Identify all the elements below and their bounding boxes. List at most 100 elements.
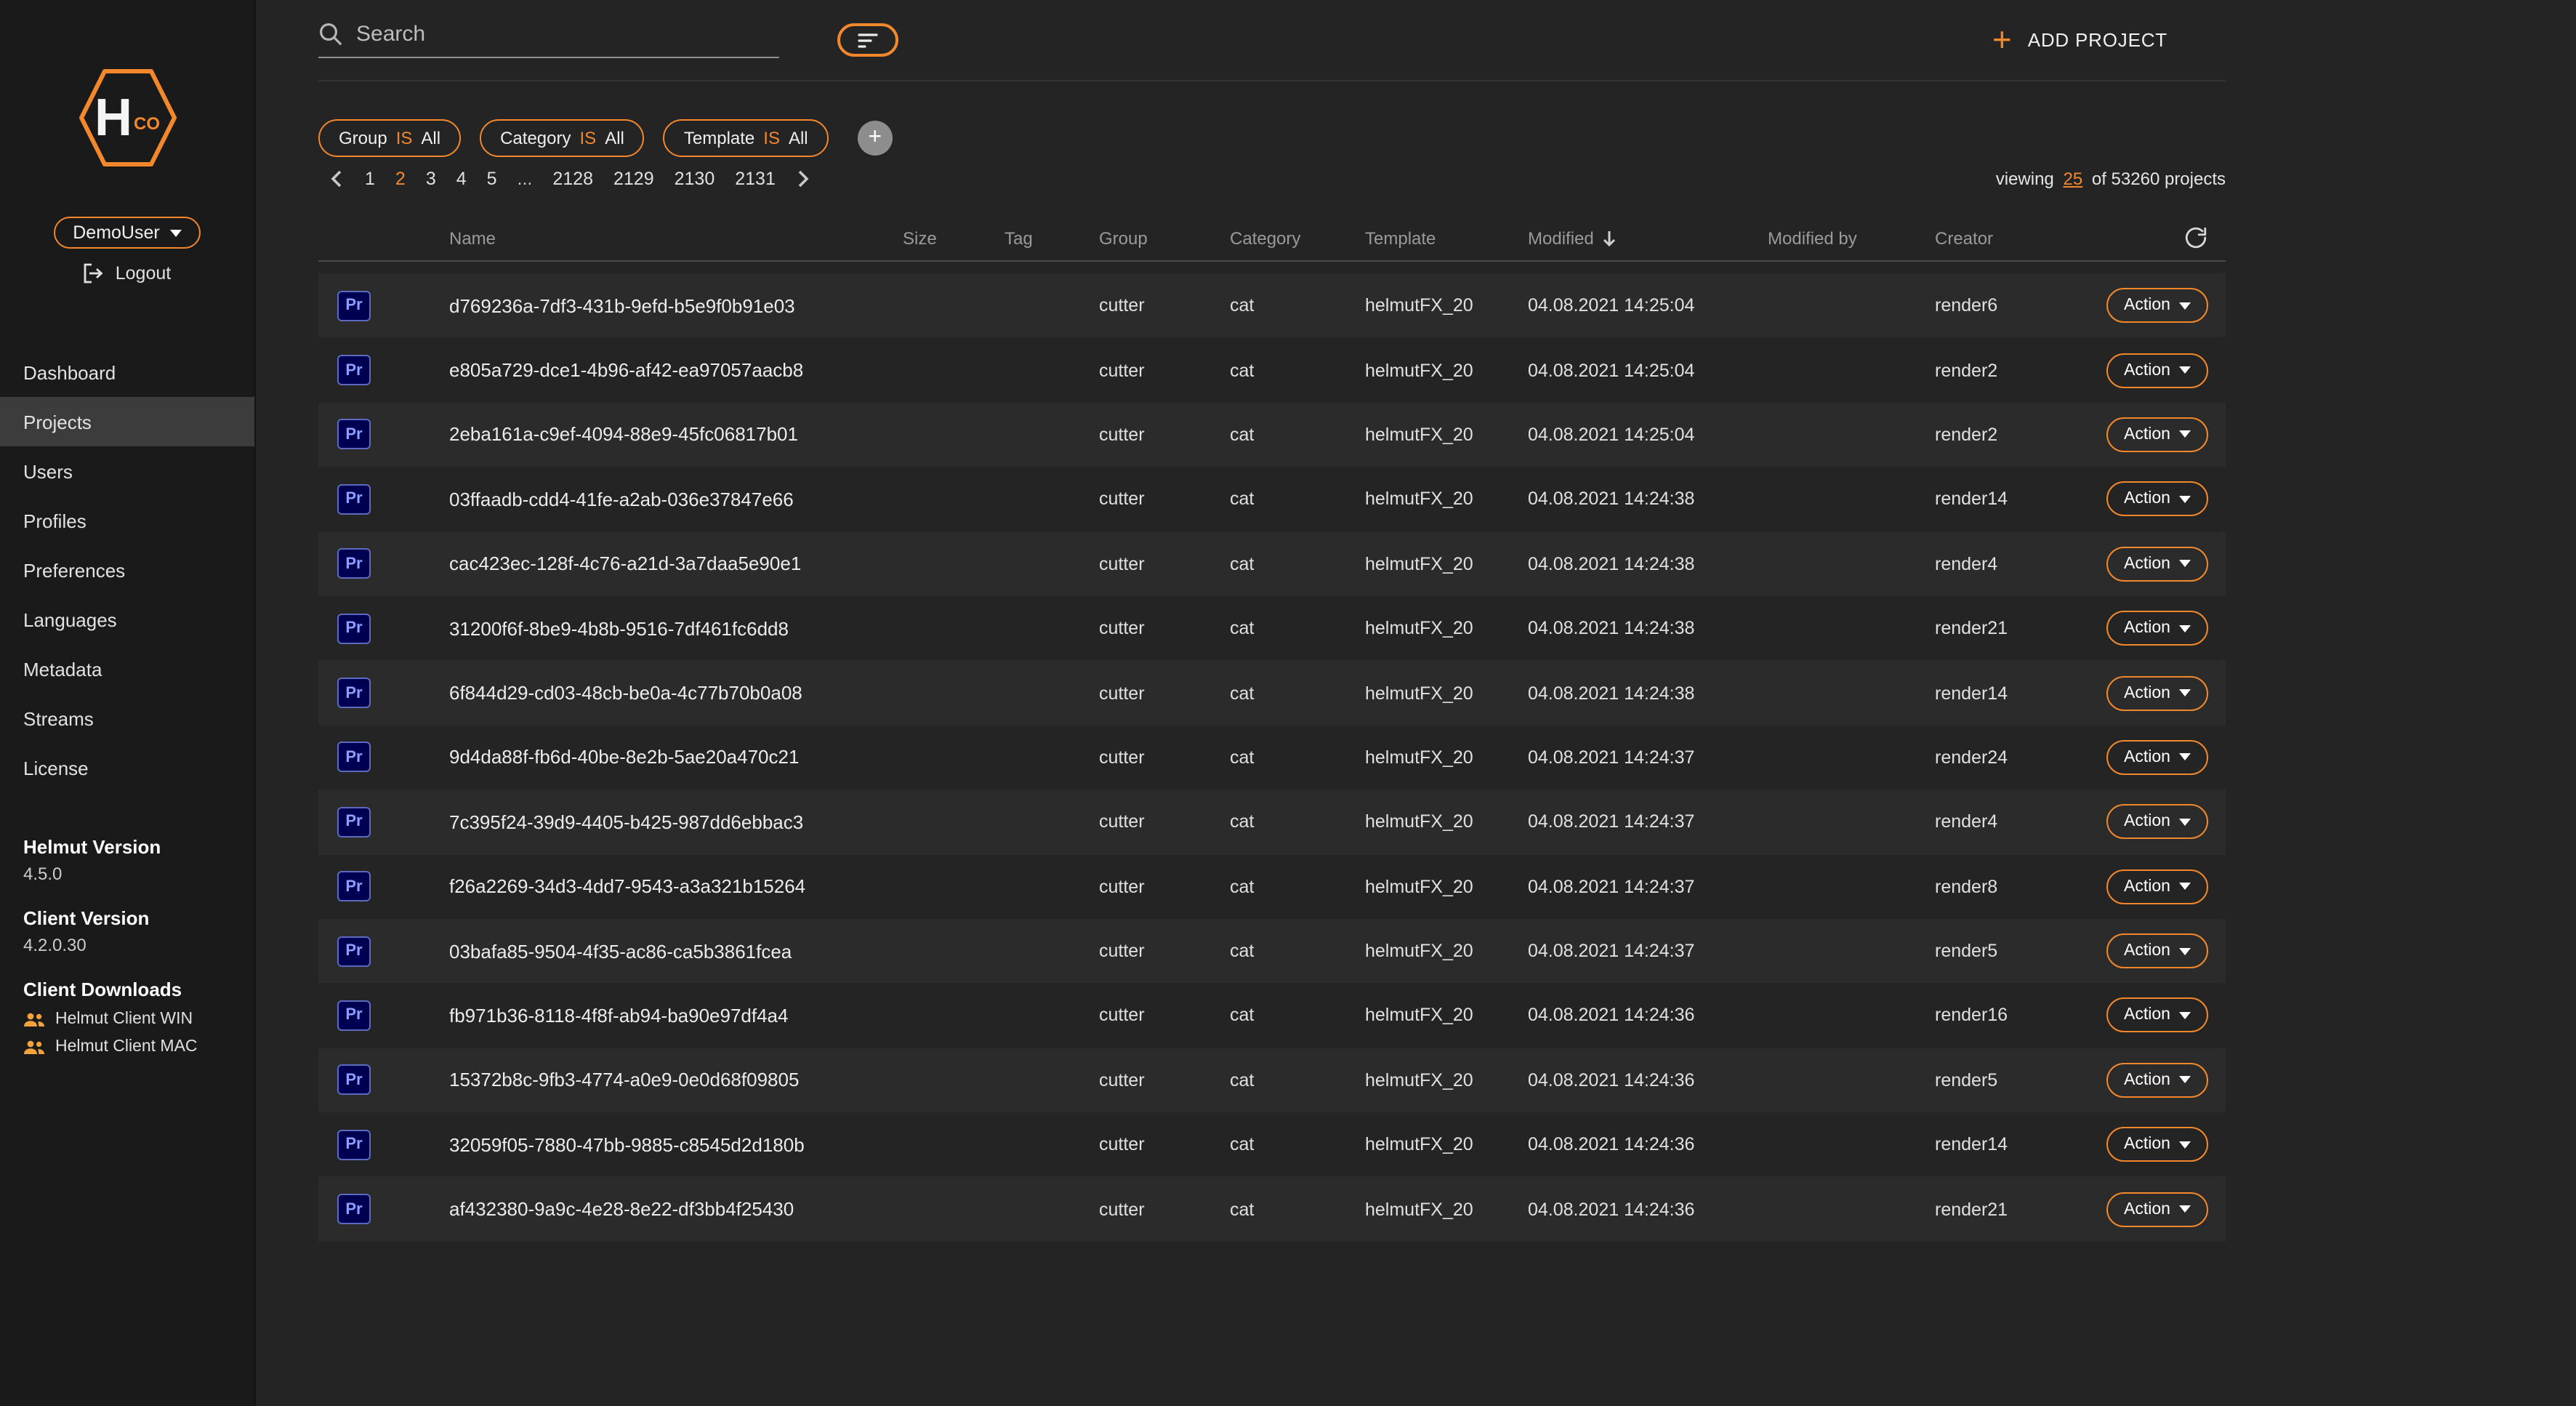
action-button[interactable]: Action <box>2106 1128 2208 1162</box>
table-row: Pr2eba161a-c9ef-4094-88e9-45fc06817b01cu… <box>318 403 2226 467</box>
premiere-icon: Pr <box>337 355 371 385</box>
table-row: Pr03ffaadb-cdd4-41fe-a2ab-036e37847e66cu… <box>318 467 2226 531</box>
action-button[interactable]: Action <box>2106 1063 2208 1098</box>
page-size-link[interactable]: 25 <box>2063 169 2082 189</box>
cell-category: cat <box>1230 1070 1365 1090</box>
column-label: Modified by <box>1768 228 1857 248</box>
search-input[interactable] <box>356 22 779 47</box>
pagination-page-3[interactable]: 3 <box>416 169 446 189</box>
table-row: Prcac423ec-128f-4c76-a21d-3a7daa5e90e1cu… <box>318 531 2226 596</box>
pagination-page-4[interactable]: 4 <box>446 169 477 189</box>
cell-name: f26a2269-34d3-4dd7-9543-a3a321b15264 <box>449 875 903 897</box>
cell-creator: render2 <box>1935 425 2106 445</box>
column-label: Creator <box>1935 228 1993 248</box>
table-row: Pre805a729-dce1-4b96-af42-ea97057aacb8cu… <box>318 338 2226 403</box>
sidebar-item-preferences[interactable]: Preferences <box>0 545 254 595</box>
table-row: Prfb971b36-8118-4f8f-ab94-ba90e97df4a4cu… <box>318 984 2226 1048</box>
action-button[interactable]: Action <box>2106 611 2208 646</box>
cell-creator: render14 <box>1935 1135 2106 1155</box>
cell-group: cutter <box>1099 812 1230 832</box>
cell-modified: 04.08.2021 14:24:38 <box>1528 554 1768 574</box>
sidebar-item-projects[interactable]: Projects <box>0 397 254 446</box>
pagination-page-5[interactable]: 5 <box>477 169 507 189</box>
column-header-category[interactable]: Category <box>1230 228 1365 248</box>
user-menu-button[interactable]: DemoUser <box>54 217 201 249</box>
action-button[interactable]: Action <box>2106 482 2208 517</box>
action-button[interactable]: Action <box>2106 869 2208 904</box>
pagination-page-1[interactable]: 1 <box>355 169 385 189</box>
project-type-cell: Pr <box>318 419 449 450</box>
version-block: Client Version4.2.0.30 <box>23 907 231 955</box>
cell-modified: 04.08.2021 14:24:38 <box>1528 489 1768 510</box>
column-label: Tag <box>1005 228 1033 248</box>
column-header-creator[interactable]: Creator <box>1935 228 2106 248</box>
logout-button[interactable]: Logout <box>84 263 171 284</box>
cell-group: cutter <box>1099 618 1230 638</box>
action-button[interactable]: Action <box>2106 740 2208 775</box>
cell-creator: render2 <box>1935 360 2106 380</box>
action-cell: Action <box>2106 353 2226 387</box>
action-button[interactable]: Action <box>2106 998 2208 1033</box>
sidebar-item-languages[interactable]: Languages <box>0 595 254 644</box>
column-header-name[interactable]: Name <box>449 228 903 248</box>
column-header-size[interactable]: Size <box>903 228 1005 248</box>
action-button[interactable]: Action <box>2106 547 2208 582</box>
column-header-template[interactable]: Template <box>1365 228 1528 248</box>
action-button[interactable]: Action <box>2106 933 2208 968</box>
filter-chip-group[interactable]: GroupISAll <box>318 119 461 157</box>
cell-creator: render5 <box>1935 1070 2106 1090</box>
download-link-mac[interactable]: Helmut Client MAC <box>23 1038 231 1056</box>
cell-category: cat <box>1230 747 1365 768</box>
add-filter-button[interactable]: + <box>858 121 893 156</box>
download-link-win[interactable]: Helmut Client WIN <box>23 1011 231 1028</box>
action-button[interactable]: Action <box>2106 675 2208 710</box>
action-cell: Action <box>2106 547 2226 582</box>
pagination-page-2128[interactable]: 2128 <box>542 169 603 189</box>
refresh-icon[interactable] <box>2183 225 2208 250</box>
column-header-modified[interactable]: Modified <box>1528 228 1768 248</box>
pagination-page-2129[interactable]: 2129 <box>603 169 664 189</box>
premiere-icon: Pr <box>337 290 371 321</box>
action-label: Action <box>2124 684 2170 702</box>
column-header-modified-by[interactable]: Modified by <box>1768 228 1935 248</box>
cell-category: cat <box>1230 295 1365 316</box>
chip-value: All <box>605 128 624 148</box>
chevron-down-icon <box>2179 496 2191 503</box>
column-header-group[interactable]: Group <box>1099 228 1230 248</box>
column-header-tag[interactable]: Tag <box>1005 228 1099 248</box>
action-button[interactable]: Action <box>2106 417 2208 452</box>
premiere-icon: Pr <box>337 549 371 579</box>
action-cell: Action <box>2106 869 2226 904</box>
cell-group: cutter <box>1099 425 1230 445</box>
pagination-page-2130[interactable]: 2130 <box>664 169 725 189</box>
sidebar-item-streams[interactable]: Streams <box>0 694 254 743</box>
action-button[interactable]: Action <box>2106 353 2208 387</box>
search-box <box>318 22 779 58</box>
pagination: 12345...2128212921302131 <box>318 169 822 189</box>
chevron-down-icon <box>2179 1077 2191 1084</box>
sidebar-item-profiles[interactable]: Profiles <box>0 496 254 545</box>
refresh-cell <box>2106 225 2226 250</box>
table-row: Praf432380-9a9c-4e28-8e22-df3bb4f25430cu… <box>318 1177 2226 1242</box>
sidebar-item-metadata[interactable]: Metadata <box>0 644 254 694</box>
action-button[interactable]: Action <box>2106 288 2208 323</box>
column-label: Category <box>1230 228 1300 248</box>
action-button[interactable]: Action <box>2106 805 2208 840</box>
cell-creator: render8 <box>1935 876 2106 896</box>
filter-button[interactable] <box>837 23 898 57</box>
action-button[interactable]: Action <box>2106 1192 2208 1226</box>
cell-category: cat <box>1230 1199 1365 1219</box>
filter-chip-category[interactable]: CategoryISAll <box>480 119 645 157</box>
pagination-page-2131[interactable]: 2131 <box>725 169 786 189</box>
sidebar-item-license[interactable]: License <box>0 743 254 792</box>
filter-chip-template[interactable]: TemplateISAll <box>664 119 829 157</box>
premiere-icon: Pr <box>337 613 371 643</box>
add-project-button[interactable]: + ADD PROJECT <box>1992 23 2168 57</box>
chip-value: All <box>789 128 808 148</box>
sidebar-item-dashboard[interactable]: Dashboard <box>0 348 254 397</box>
pagination-page-2[interactable]: 2 <box>385 169 416 189</box>
cell-group: cutter <box>1099 1199 1230 1219</box>
pagination-next[interactable] <box>786 170 822 188</box>
sidebar-item-users[interactable]: Users <box>0 446 254 496</box>
pagination-prev[interactable] <box>318 170 355 188</box>
